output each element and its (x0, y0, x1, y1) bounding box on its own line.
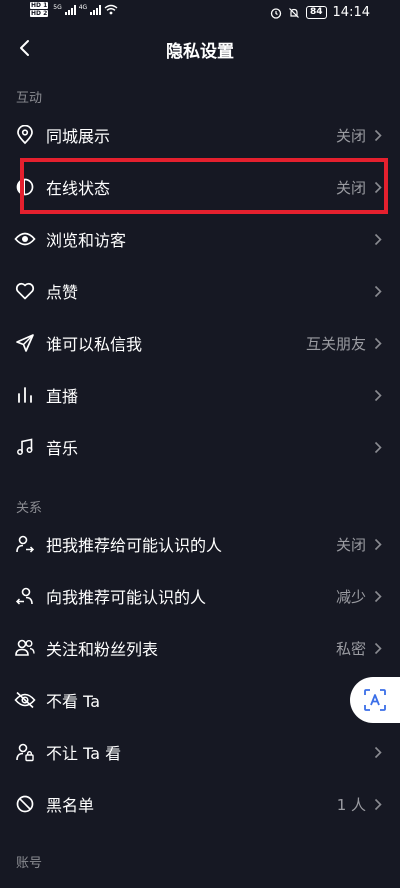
sim-tags: HD 1 HD 2 (30, 2, 49, 17)
user-lock-icon (14, 741, 36, 763)
eye-icon (14, 228, 36, 250)
mute-bell-icon (289, 7, 299, 18)
location-pin-icon (14, 124, 36, 146)
row-recommend-me-to-others[interactable]: 把我推荐给可能认识的人 关闭 (0, 518, 400, 570)
row-label: 点赞 (46, 283, 79, 302)
chevron-right-icon (372, 230, 384, 248)
live-bars-icon (14, 384, 36, 406)
row-value: 关闭 (335, 126, 366, 145)
status-bar: HD 1 HD 2 5G 4G 84 14:14 (0, 0, 400, 28)
row-label: 把我推荐给可能认识的人 (46, 536, 223, 555)
chevron-right-icon (372, 126, 384, 144)
chevron-right-icon (372, 178, 384, 196)
row-label: 谁可以私信我 (46, 335, 143, 354)
section-label-account: 账号 (16, 856, 43, 871)
row-value: 关闭 (335, 535, 366, 554)
row-label: 不看 Ta (46, 692, 101, 711)
paper-plane-icon (14, 332, 36, 354)
row-label: 浏览和访客 (46, 231, 127, 250)
status-right: 84 14:14 (270, 5, 370, 20)
row-label: 同城展示 (46, 127, 111, 146)
row-label: 在线状态 (46, 179, 111, 198)
chevron-right-icon (372, 535, 384, 553)
row-value: 1 人 (336, 795, 366, 814)
wifi-icon (104, 4, 118, 15)
chevron-right-icon (372, 743, 384, 761)
section-label-relations: 关系 (16, 501, 43, 516)
row-recommend-others-to-me[interactable]: 向我推荐可能认识的人 减少 (0, 570, 400, 622)
row-label: 不让 Ta 看 (46, 744, 122, 763)
row-value: 减少 (335, 587, 366, 606)
row-online-status[interactable]: 在线状态 关闭 (0, 161, 400, 213)
clock: 14:14 (332, 5, 370, 20)
net1-tag: 5G (53, 4, 62, 11)
chevron-right-icon (372, 386, 384, 404)
music-note-icon (14, 436, 36, 458)
chevron-right-icon (372, 282, 384, 300)
signal-bars-2-icon (90, 4, 102, 15)
chevron-right-icon (372, 334, 384, 352)
row-browse-visitors[interactable]: 浏览和访客 (0, 213, 400, 265)
user-share-icon (14, 533, 36, 555)
row-live[interactable]: 直播 (0, 369, 400, 421)
scan-text-icon (364, 689, 386, 711)
row-value: 私密 (335, 639, 366, 658)
row-hide-from-them[interactable]: 不让 Ta 看 (0, 726, 400, 778)
header: 隐私设置 (0, 28, 400, 70)
row-follow-fans-list[interactable]: 关注和粉丝列表 私密 (0, 622, 400, 674)
chevron-right-icon (372, 587, 384, 605)
row-dont-see-them[interactable]: 不看 Ta (0, 674, 400, 726)
row-label: 向我推荐可能认识的人 (46, 588, 207, 607)
row-city-display[interactable]: 同城展示 关闭 (0, 109, 400, 161)
row-music[interactable]: 音乐 (0, 421, 400, 473)
section-label-interaction: 互动 (16, 91, 43, 106)
row-label: 音乐 (46, 439, 79, 458)
row-value: 关闭 (335, 178, 366, 197)
user-recommend-icon (14, 585, 36, 607)
online-status-icon (14, 176, 36, 198)
chevron-right-icon (372, 795, 384, 813)
users-icon (14, 637, 36, 659)
row-label: 黑名单 (46, 796, 95, 815)
battery-icon: 84 (306, 6, 327, 19)
signal-bars-icon (64, 4, 76, 15)
block-icon (14, 793, 36, 815)
row-blacklist[interactable]: 黑名单 1 人 (0, 778, 400, 830)
chevron-right-icon (372, 438, 384, 456)
signal-group: HD 1 HD 2 5G 4G (30, 2, 118, 17)
net2-tag: 4G (78, 4, 88, 11)
chevron-right-icon (372, 639, 384, 657)
row-label: 关注和粉丝列表 (46, 640, 159, 659)
row-value: 互关朋友 (305, 334, 366, 353)
row-label: 直播 (46, 387, 79, 406)
page-title: 隐私设置 (166, 42, 234, 62)
row-who-can-message[interactable]: 谁可以私信我 互关朋友 (0, 317, 400, 369)
alarm-icon (270, 7, 282, 19)
eye-off-icon (14, 689, 36, 711)
row-likes[interactable]: 点赞 (0, 265, 400, 317)
sim1-tag: HD 1 (30, 2, 49, 9)
sim2-tag: HD 2 (30, 10, 49, 17)
floating-assistant-button[interactable] (350, 677, 400, 723)
heart-icon (14, 280, 36, 302)
